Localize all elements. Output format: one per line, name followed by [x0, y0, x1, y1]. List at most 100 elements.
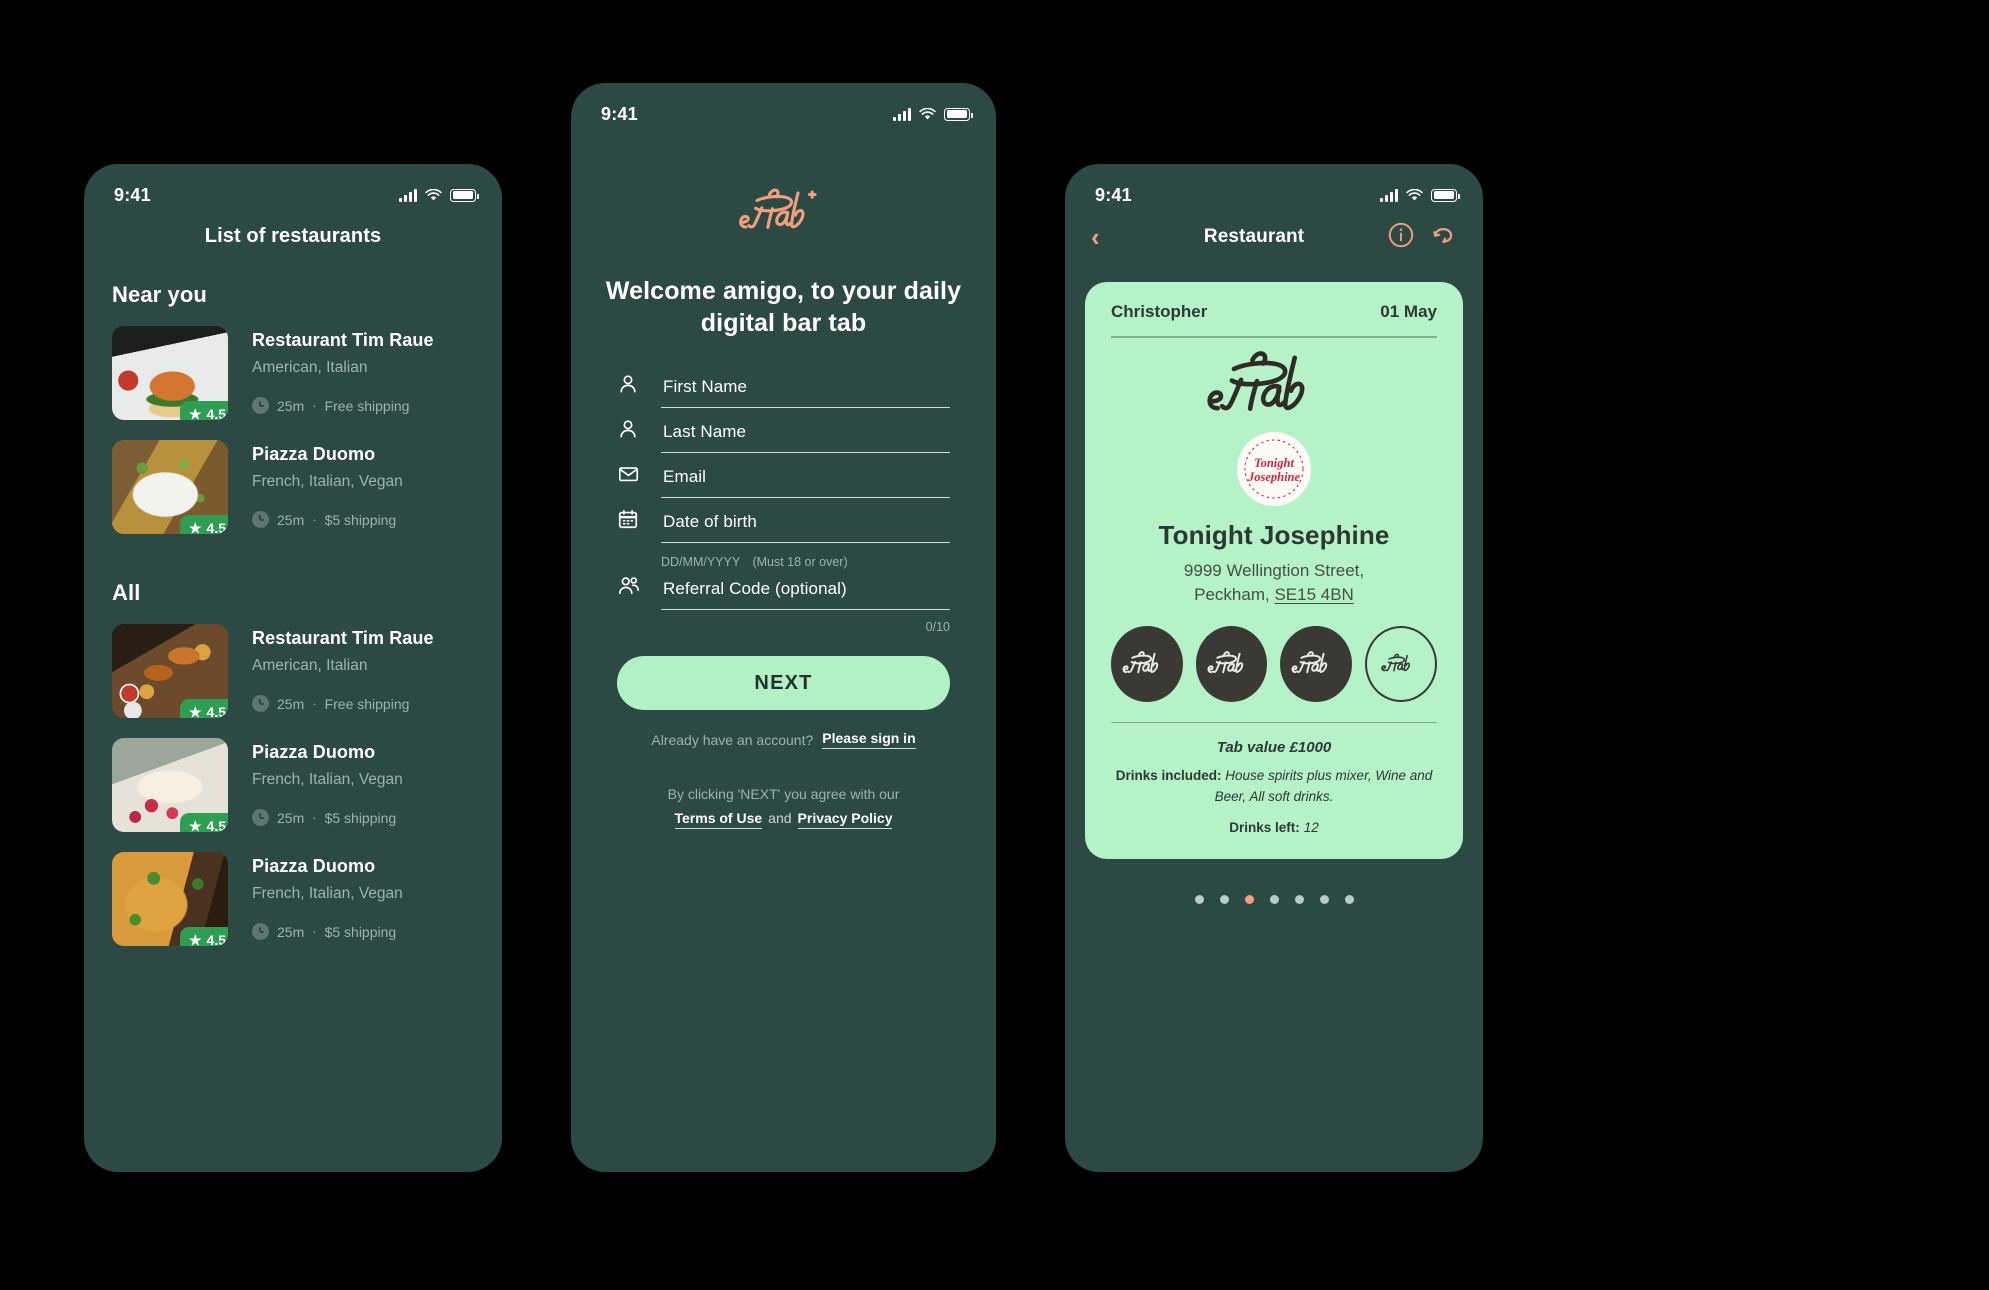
restaurant-meta: 25m · $5 shipping [252, 923, 403, 940]
shipping-info: Free shipping [324, 695, 410, 712]
rating-value: 4.5 [206, 932, 226, 946]
page-dot[interactable] [1194, 895, 1204, 905]
tab-card: Christopher 01 May Tonight Josephine Ton… [1085, 282, 1463, 860]
restaurant-info: Restaurant Tim Raue American, Italian 25… [252, 326, 434, 414]
back-chevron-icon[interactable]: ‹ [1091, 224, 1131, 250]
drinks-included-label: Drinks included: [1115, 768, 1222, 784]
page-dot-active[interactable] [1244, 895, 1254, 905]
section-heading-near-you: Near you [112, 282, 207, 307]
page-dot[interactable] [1219, 895, 1229, 905]
restaurant-cuisines: French, Italian, Vegan [252, 771, 403, 788]
status-time: 9:41 [1095, 184, 1132, 205]
rating-badge: ★ 4.5 [179, 813, 228, 832]
restaurant-info: Piazza Duomo French, Italian, Vegan 25m … [252, 440, 403, 528]
delivery-time: 25m [277, 809, 305, 826]
dob-format: DD/MM/YYYY [661, 555, 740, 569]
terms-of-use-link[interactable]: Terms of Use [674, 809, 763, 829]
next-button[interactable]: NEXT [617, 656, 950, 710]
restaurant-meta: 25m · Free shipping [252, 695, 434, 712]
restaurant-thumbnail: ★ 4.5 [112, 440, 228, 534]
restaurant-info: Piazza Duomo French, Italian, Vegan 25m … [252, 738, 403, 826]
privacy-policy-link[interactable]: Privacy Policy [797, 809, 893, 829]
page-title: List of restaurants [204, 225, 382, 247]
venue-badge-line2: Josephine [1247, 470, 1301, 484]
restaurant-thumbnail: ★ 4.5 [112, 852, 228, 946]
page-dot[interactable] [1344, 895, 1354, 905]
battery-icon [1431, 188, 1460, 202]
wifi-icon [425, 188, 442, 202]
rating-badge: ★ 4.5 [179, 927, 228, 946]
info-circle-icon[interactable] [1387, 221, 1415, 254]
restaurant-thumbnail: ★ 4.5 [112, 624, 228, 718]
restaurant-meta: 25m · $5 shipping [252, 511, 403, 528]
dob-note: (Must 18 or over) [752, 555, 848, 569]
meta-separator: · [312, 512, 317, 527]
app-logo [571, 185, 996, 239]
list-item[interactable]: ★ 4.5 Restaurant Tim Raue American, Ital… [84, 616, 502, 730]
page-dot[interactable] [1294, 895, 1304, 905]
field-email[interactable]: Email [617, 463, 950, 498]
nav-bar: ‹ Restaurant [1065, 208, 1483, 254]
signal-icon [893, 107, 911, 121]
phone-signup: 9:41 Welcome amigo, to your daily digita… [571, 83, 996, 1172]
envelope-icon [617, 463, 651, 498]
nav-title: Restaurant [1203, 226, 1305, 247]
shipping-info: $5 shipping [324, 511, 397, 528]
drink-token-used[interactable] [1280, 625, 1353, 702]
drinks-left: Drinks left: 12 [1111, 820, 1437, 835]
signal-icon [399, 188, 417, 202]
terms-conjunction: and [768, 809, 792, 826]
star-icon: ★ [188, 818, 202, 832]
screenshot-stage: 9:41 List of restaurants Near you ★ 4.5 [0, 0, 1989, 1290]
restaurant-meta: 25m · Free shipping [252, 397, 434, 414]
venue-badge-line1: Tonight [1254, 456, 1294, 470]
field-date-of-birth[interactable]: Date of birth [617, 508, 950, 543]
list-item[interactable]: ★ 4.5 Piazza Duomo French, Italian, Vega… [84, 844, 502, 958]
restaurant-info: Piazza Duomo French, Italian, Vegan 25m … [252, 852, 403, 940]
status-icons [1380, 188, 1460, 202]
tonight-josephine-logo-icon: Tonight Josephine [1238, 432, 1310, 505]
list-item[interactable]: ★ 4.5 Piazza Duomo French, Italian, Vega… [84, 432, 502, 546]
drinks-left-label: Drinks left: [1229, 820, 1300, 836]
phone-restaurant-list: 9:41 List of restaurants Near you ★ 4.5 [84, 164, 502, 1172]
dob-input[interactable]: Date of birth [661, 512, 950, 543]
card-divider [1111, 336, 1437, 338]
field-last-name[interactable]: Last Name [617, 418, 950, 453]
drink-token-available[interactable] [1365, 625, 1437, 702]
venue-name: Tonight Josephine [1158, 519, 1390, 550]
signin-prompt: Already have an account? [651, 731, 814, 748]
drinks-included-value: House spirits plus mixer, Wine and Beer,… [1214, 768, 1433, 805]
field-first-name[interactable]: First Name [617, 373, 950, 408]
list-item[interactable]: ★ 4.5 Piazza Duomo French, Italian, Vega… [84, 730, 502, 844]
field-referral-code[interactable]: Referral Code (optional) [617, 575, 950, 610]
person-icon [617, 373, 651, 408]
shipping-info: $5 shipping [324, 923, 397, 940]
status-icons [893, 107, 973, 121]
restaurant-thumbnail: ★ 4.5 [112, 738, 228, 832]
page-dot[interactable] [1319, 895, 1329, 905]
drink-token-used[interactable] [1111, 625, 1183, 702]
signup-form: First Name Last Name Email Date of birth… [617, 373, 950, 634]
referral-code-input[interactable]: Referral Code (optional) [661, 579, 950, 610]
delivery-time: 25m [277, 923, 305, 940]
person-icon [617, 418, 651, 453]
last-name-input[interactable]: Last Name [661, 422, 950, 453]
email-input[interactable]: Email [661, 467, 950, 498]
referral-counter: 0/10 [925, 620, 950, 634]
signin-link[interactable]: Please sign in [822, 730, 916, 749]
rating-badge: ★ 4.5 [179, 699, 228, 718]
list-item[interactable]: ★ 4.5 Restaurant Tim Raue American, Ital… [84, 318, 502, 432]
page-dot[interactable] [1269, 895, 1279, 905]
dob-placeholder: Date of birth [663, 512, 757, 531]
star-icon: ★ [188, 704, 202, 718]
clock-icon [252, 695, 269, 712]
referral-code-placeholder: Referral Code (optional) [663, 579, 847, 598]
first-name-input[interactable]: First Name [661, 377, 950, 408]
drink-token-used[interactable] [1195, 625, 1268, 702]
rotate-icon[interactable] [1429, 221, 1457, 254]
restaurant-thumbnail: ★ 4.5 [112, 326, 228, 420]
restaurant-info: Restaurant Tim Raue American, Italian 25… [252, 624, 434, 712]
star-icon: ★ [188, 520, 202, 534]
meta-separator: · [312, 696, 317, 711]
restaurant-cuisines: French, Italian, Vegan [252, 473, 403, 490]
